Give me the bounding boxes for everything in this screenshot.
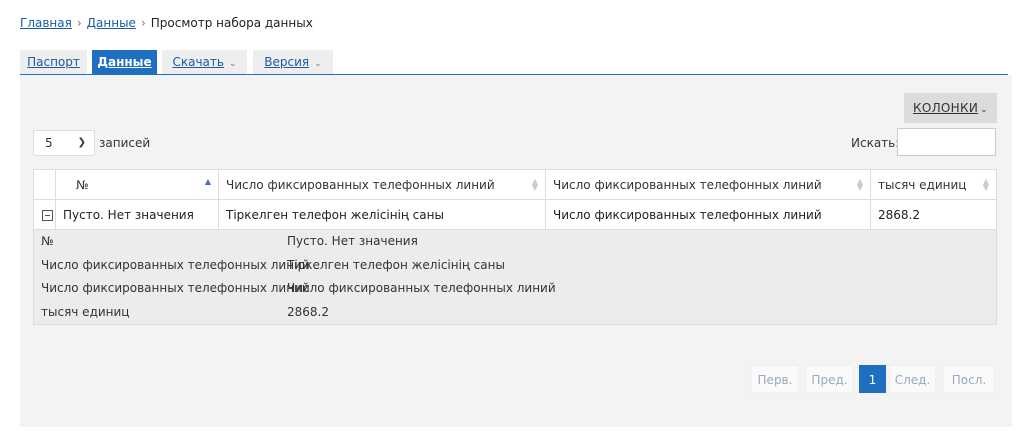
table-row: Пусто. Нет значения Тіркелген телефон же… [33,199,997,230]
breadcrumb-home-link[interactable]: Главная [20,16,72,30]
detail-key: тысяч единиц [41,304,130,319]
columns-button[interactable]: КОЛОНКИ ⌄ [904,93,997,123]
columns-button-label: КОЛОНКИ [913,101,979,115]
column-header-control [33,169,56,200]
column-header-label: тысяч единиц [878,177,967,192]
table-cell: 2868.2 [870,199,997,230]
sort-asc-icon: ▲ [204,177,211,186]
column-header-number[interactable]: № ▲ [55,169,219,200]
search-label: Искать: [851,136,900,150]
tab-bar: Паспорт Данные Скачать ⌄ Версия ⌄ [20,50,1008,75]
table-cell: Пусто. Нет значения [55,199,219,230]
table-cell: Тіркелген телефон желісінің саны [218,199,546,230]
detail-key: Число фиксированных телефонных линий [41,257,310,272]
pagination-prev[interactable]: Пред. [806,365,853,393]
sort-both-icon: ▲ ▼ [531,177,538,192]
chevron-down-icon: ⌄ [228,59,237,69]
page-length-value: 5 [45,136,53,150]
detail-value: 2868.2 [287,304,329,319]
pagination-next[interactable]: След. [889,365,936,393]
breadcrumb-separator: › [76,16,82,30]
sort-both-icon: ▲ ▼ [856,177,863,192]
column-header-phone-lines-ru[interactable]: Число фиксированных телефонных линий ▲ ▼ [545,169,871,200]
tab-download-label: Скачать [172,55,224,69]
table-cell: Число фиксированных телефонных линий [545,199,871,230]
tab-passport[interactable]: Паспорт [20,50,87,74]
column-header-label: Число фиксированных телефонных линий [226,177,495,192]
detail-line: Число фиксированных телефонных линий Тір… [41,254,989,278]
detail-line: № Пусто. Нет значения [41,231,989,254]
tab-passport-label: Паспорт [27,55,80,69]
tab-version-label: Версия [264,55,310,69]
column-header-phone-lines-kz[interactable]: Число фиксированных телефонных линий ▲ ▼ [218,169,546,200]
tab-data-label: Данные [97,55,152,69]
row-details: № Пусто. Нет значения Число фиксированны… [33,229,997,325]
chevron-down-icon: ⌄ [980,105,988,115]
data-table: № ▲ Число фиксированных телефонных линий… [33,169,997,325]
collapse-icon[interactable] [42,209,53,221]
detail-value: Пусто. Нет значения [287,234,418,248]
tab-download[interactable]: Скачать ⌄ [162,50,247,74]
breadcrumb: Главная › Данные › Просмотр набора данных [20,16,313,30]
sort-both-icon: ▲ ▼ [982,177,989,192]
table-header-row: № ▲ Число фиксированных телефонных линий… [33,169,997,200]
pagination-page-1[interactable]: 1 [859,365,886,393]
chevron-down-icon: ❯ [77,137,86,148]
detail-value: Число фиксированных телефонных линий [287,281,556,295]
detail-key: № [41,234,54,248]
pagination-last[interactable]: Посл. [943,365,995,393]
row-toggle-cell [33,199,56,230]
pagination-first[interactable]: Перв. [751,365,799,393]
detail-line: тысяч единиц 2868.2 [41,301,989,324]
search-input[interactable] [897,128,996,156]
chevron-down-icon: ⌄ [314,59,322,69]
breadcrumb-separator: › [140,16,146,30]
page-length-select[interactable]: 5 ❯ [33,130,95,156]
detail-key: Число фиксированных телефонных линий [41,281,310,295]
breadcrumb-data-link[interactable]: Данные [87,16,136,30]
column-header-label: № [76,177,89,192]
data-panel: КОЛОНКИ ⌄ 5 ❯ записей Искать: № ▲ Число ф… [20,75,1012,427]
tab-version[interactable]: Версия ⌄ [253,50,333,74]
breadcrumb-current: Просмотр набора данных [150,16,313,30]
detail-line: Число фиксированных телефонных линий Чис… [41,277,989,301]
page-length-label: записей [99,136,151,150]
column-header-value[interactable]: тысяч единиц ▲ ▼ [870,169,997,200]
column-header-label: Число фиксированных телефонных линий [553,177,822,192]
row-details-cell: № Пусто. Нет значения Число фиксированны… [33,229,997,325]
detail-value: Тіркелген телефон желісінің саны [287,257,505,272]
tab-data[interactable]: Данные [92,50,157,75]
